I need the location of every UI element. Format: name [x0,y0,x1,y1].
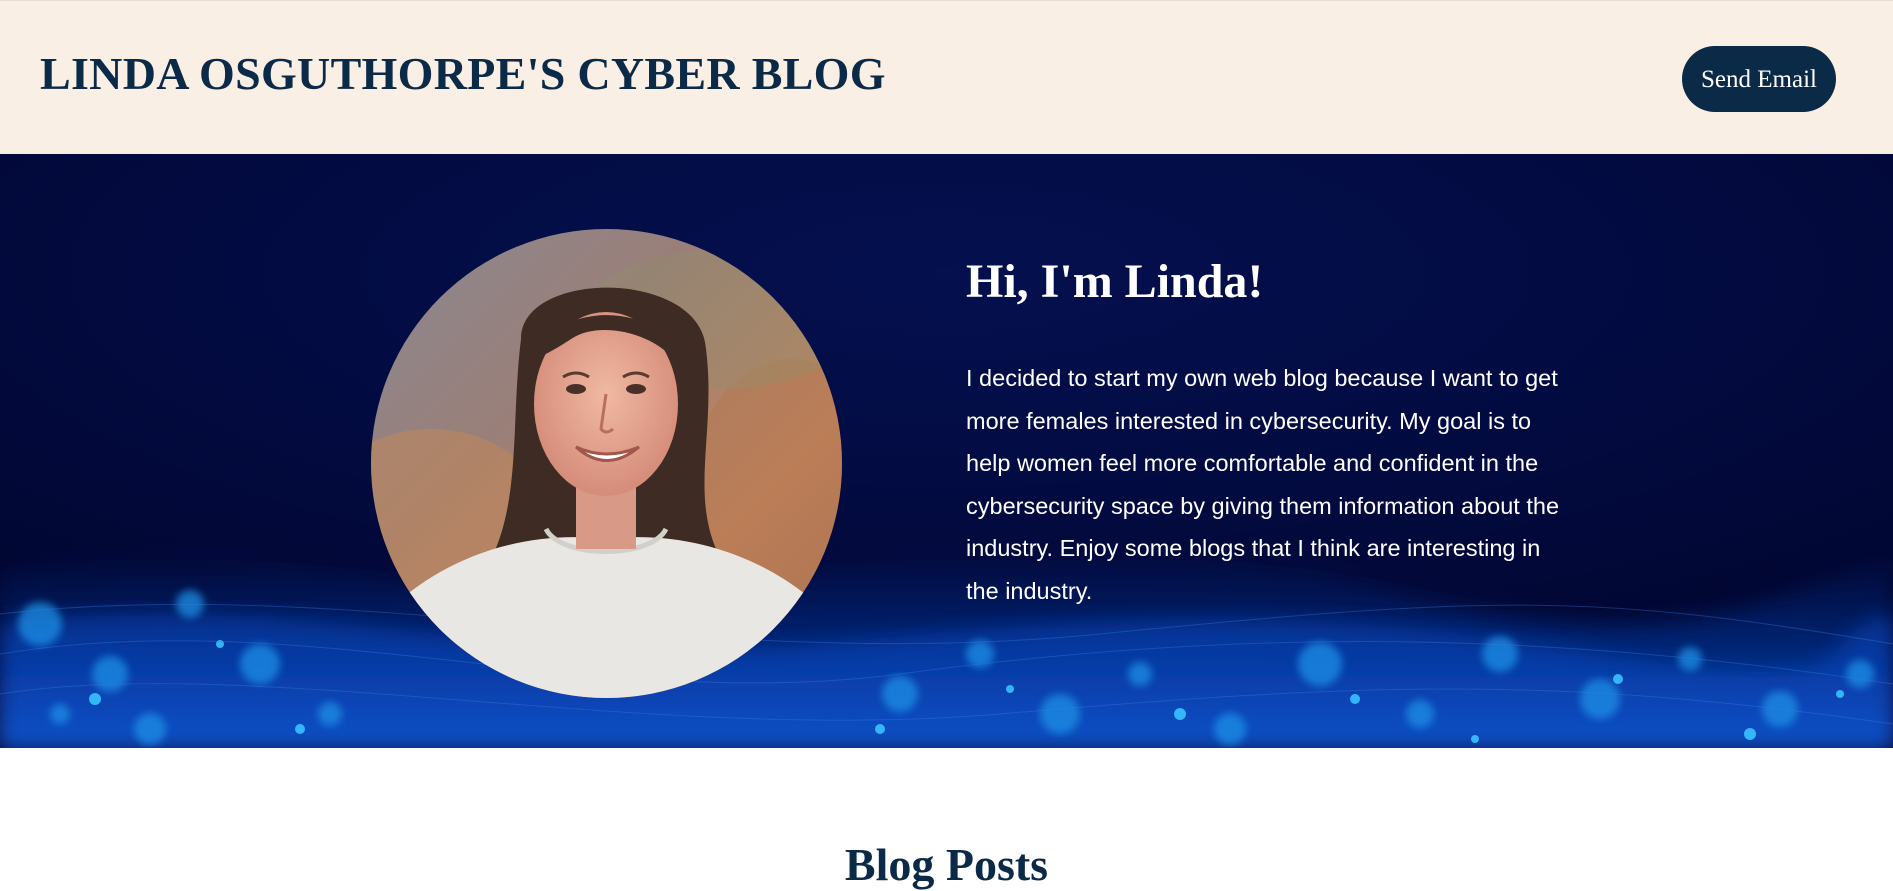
site-title: LINDA OSGUTHORPE'S CYBER BLOG [40,48,886,99]
blog-section-title: Blog Posts [844,839,1049,890]
hero-background-image [0,154,1893,748]
site-header: LINDA OSGUTHORPE'S CYBER BLOG Send Email [0,0,1893,154]
send-email-button[interactable]: Send Email [1682,46,1836,112]
hero-intro-text: I decided to start my own web blog becau… [966,365,1560,604]
portrait-photo [371,229,842,698]
hero-heading: Hi, I'm Linda! [966,255,1264,308]
hero-section: Hi, I'm Linda! I decided to start my own… [0,154,1893,748]
